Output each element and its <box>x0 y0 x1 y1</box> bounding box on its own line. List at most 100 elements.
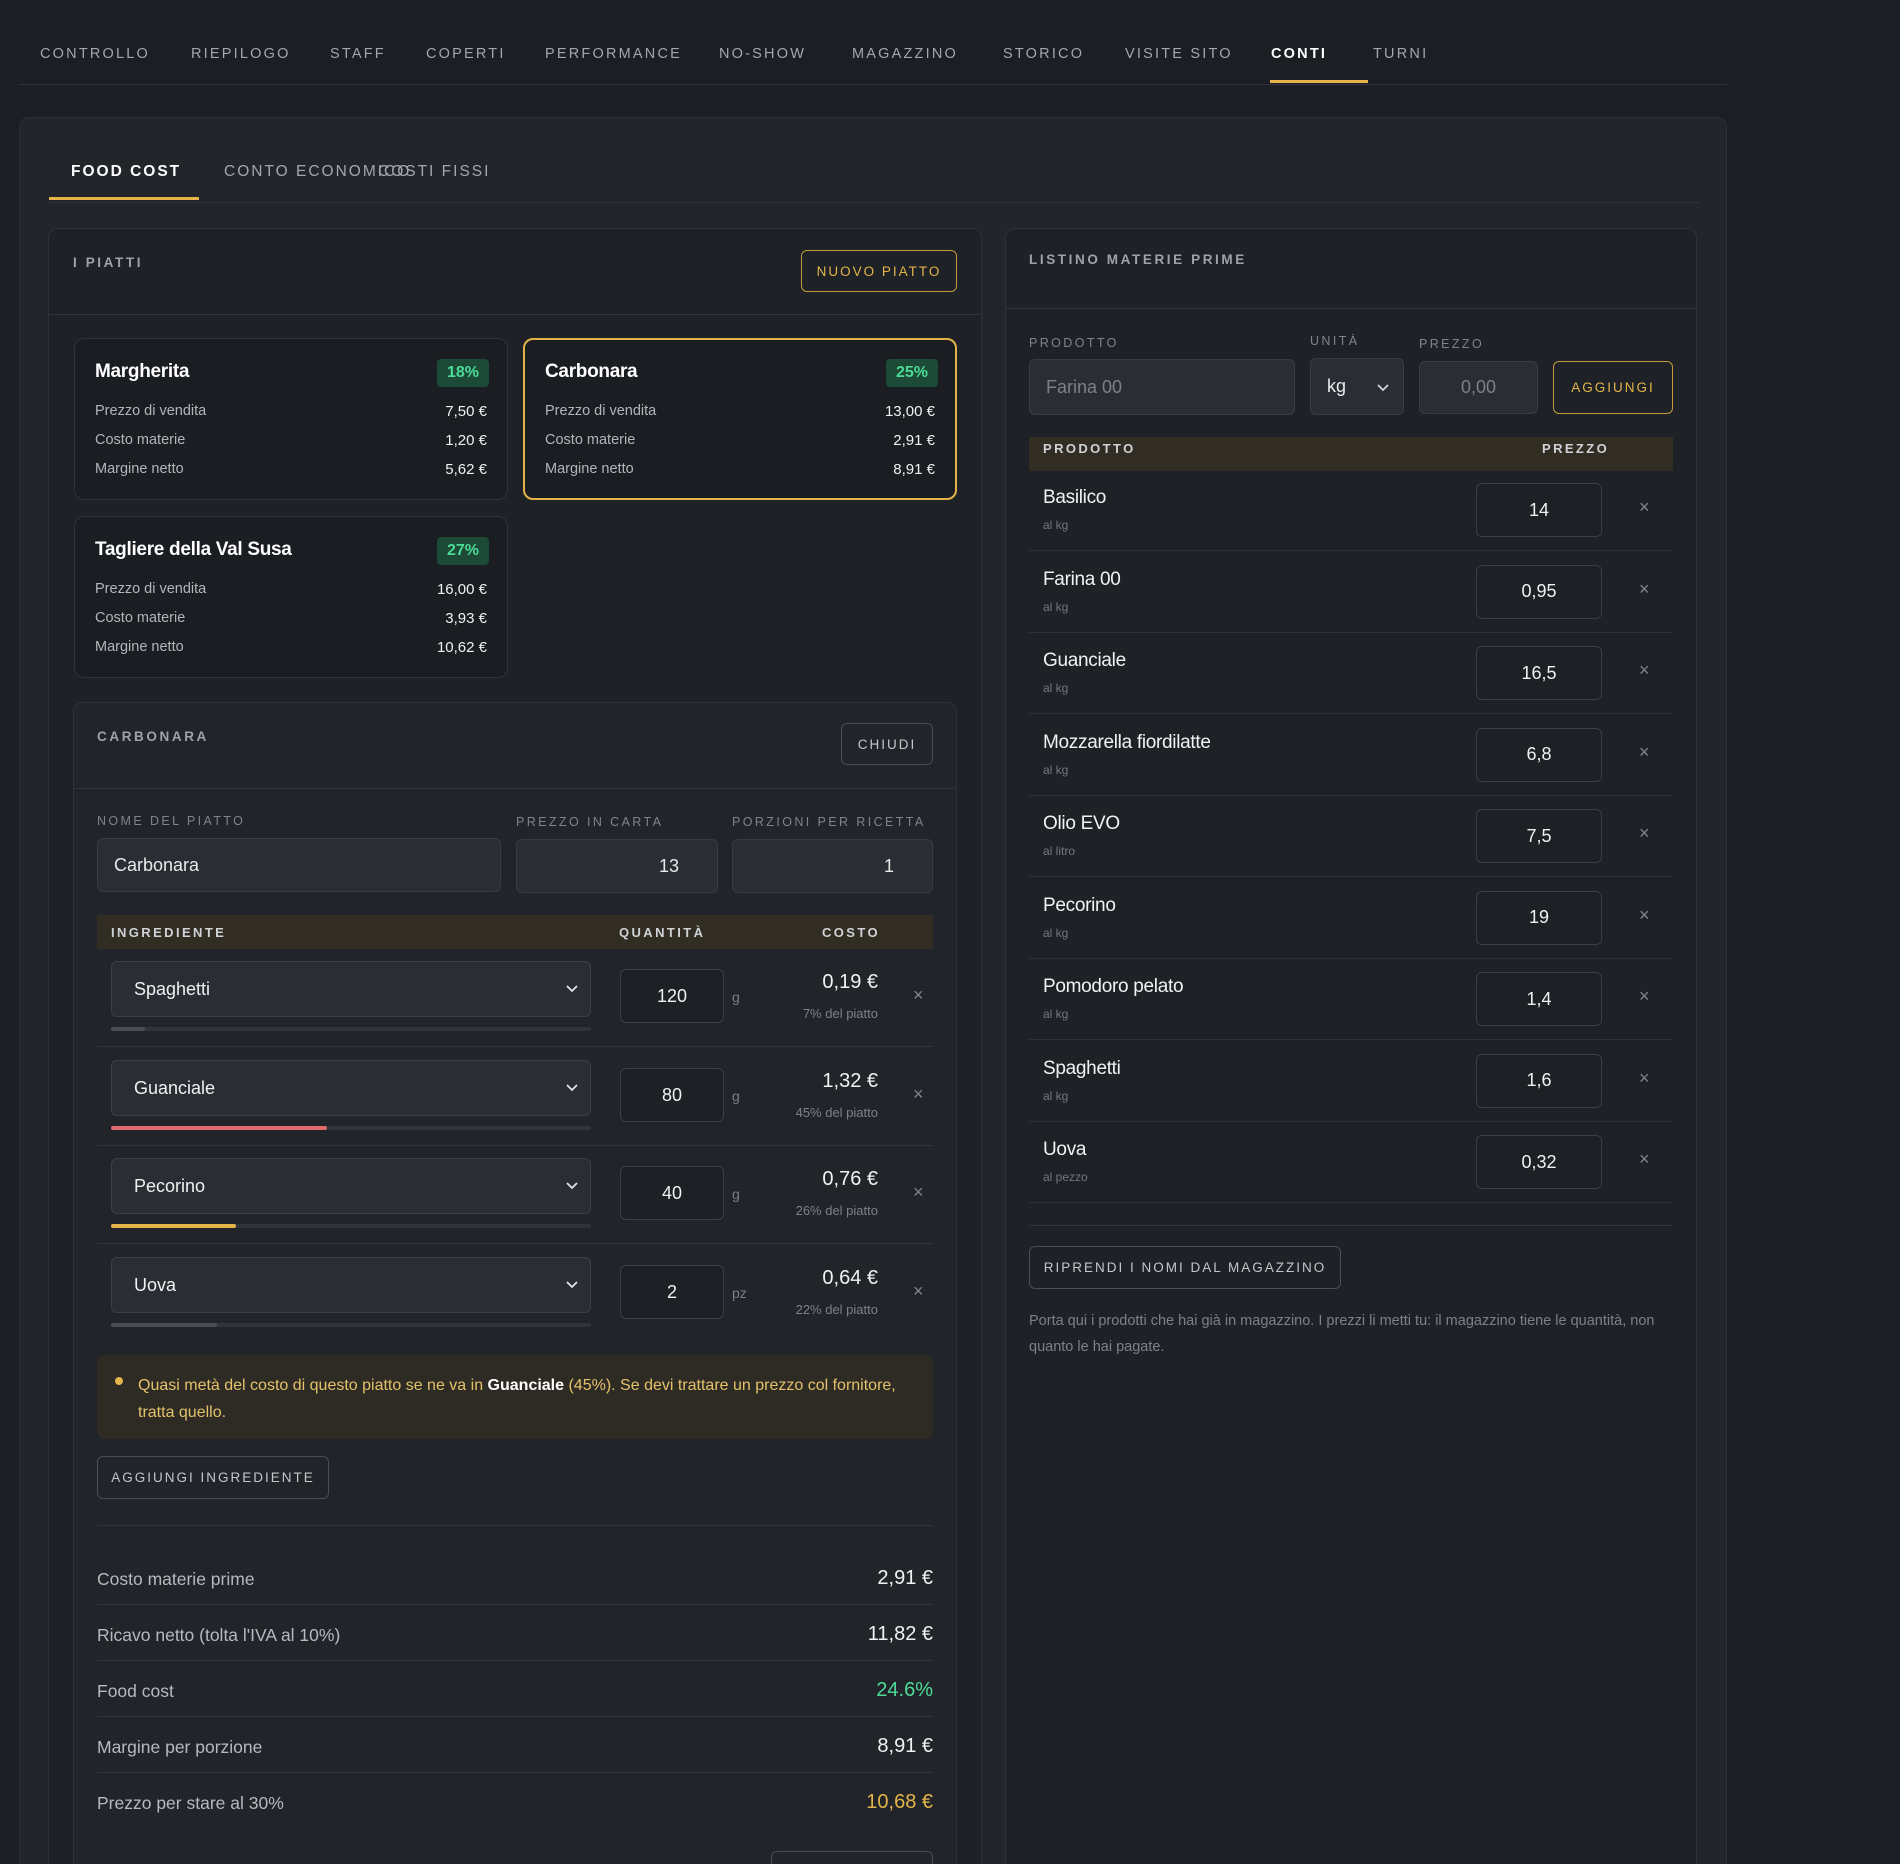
ingredient-select[interactable]: Uova <box>111 1257 591 1313</box>
product-price-input[interactable]: 1,4 <box>1476 972 1602 1026</box>
product-row: Guanciale al kg 16,5 × <box>1029 632 1673 714</box>
dish-row: Prezzo di vendita 16,00 € <box>95 581 487 601</box>
product-price-input[interactable]: 6,8 <box>1476 727 1602 782</box>
ingredients-header: INGREDIENTE QUANTITÀ COSTO <box>97 915 933 949</box>
summary-row: Prezzo per stare al 30% 10,68 € <box>97 1773 933 1829</box>
remove-product-icon[interactable]: × <box>1639 986 1650 1007</box>
quantity-input[interactable]: 120 <box>620 969 724 1023</box>
product-row: Basilico al kg 14 × <box>1029 469 1673 551</box>
cost-share-bar <box>111 1126 591 1130</box>
save-button-partial[interactable] <box>771 1851 933 1864</box>
product-price-input[interactable]: 0,32 <box>1476 1135 1602 1189</box>
dish-card-tagliere[interactable]: Tagliere della Val Susa 27% Prezzo di ve… <box>74 516 508 678</box>
row-label: Margine netto <box>95 461 184 477</box>
dish-card-carbonara[interactable]: Carbonara 25% Prezzo di vendita 13,00 € C… <box>523 338 957 500</box>
product-name: Farina 00 <box>1043 568 1121 590</box>
product-input[interactable]: Farina 00 <box>1029 359 1295 415</box>
cost-share-fill <box>111 1224 236 1228</box>
summary-row: Food cost 24.6% <box>97 1661 933 1717</box>
food-cost-badge: 25% <box>885 359 938 387</box>
ingredient-select[interactable]: Pecorino <box>111 1158 591 1214</box>
product-price-input[interactable]: 0,95 <box>1476 564 1602 619</box>
summary-value: 24.6% <box>876 1679 933 1701</box>
nav-staff[interactable]: STAFF <box>330 46 386 62</box>
product-price-input[interactable]: 1,6 <box>1476 1053 1602 1108</box>
divider <box>74 788 956 789</box>
product-price-input[interactable]: 7,5 <box>1476 809 1602 863</box>
portions-input[interactable]: 1 <box>732 839 933 893</box>
product-price-input[interactable]: 14 <box>1476 483 1602 537</box>
product-row: Spaghetti al kg 1,6 × <box>1029 1040 1673 1122</box>
row-value: 7,50 € <box>445 403 487 420</box>
row-label: Costo materie <box>95 432 186 448</box>
nav-magazzino[interactable]: MAGAZZINO <box>852 46 958 62</box>
quantity-input[interactable]: 40 <box>620 1166 724 1220</box>
dish-card-margherita[interactable]: Margherita 18% Prezzo di vendita 7,50 € C… <box>74 338 508 500</box>
nav-controllo[interactable]: CONTROLLO <box>40 46 150 62</box>
ingredient-select[interactable]: Guanciale <box>111 1060 591 1116</box>
row-value: 16,00 € <box>436 581 487 598</box>
row-divider <box>97 1243 933 1244</box>
remove-ingredient-icon[interactable]: × <box>913 1281 924 1302</box>
product-unit: al pezzo <box>1043 1170 1088 1184</box>
remove-product-icon[interactable]: × <box>1639 905 1650 926</box>
remove-product-icon[interactable]: × <box>1639 1149 1650 1170</box>
dish-row: Prezzo di vendita 13,00 € <box>545 403 935 423</box>
header-price: PREZZO <box>1542 441 1610 456</box>
quantity-input[interactable]: 80 <box>620 1068 724 1122</box>
ingredient-select[interactable]: Spaghetti <box>111 961 591 1017</box>
nav-performance[interactable]: PERFORMANCE <box>545 46 682 62</box>
product-unit: al litro <box>1043 844 1076 858</box>
quantity-input[interactable]: 2 <box>620 1265 724 1319</box>
summary-value: 11,82 € <box>867 1623 933 1645</box>
remove-ingredient-icon[interactable]: × <box>913 1182 924 1203</box>
chevron-down-icon <box>566 1281 578 1289</box>
summary-value: 2,91 € <box>877 1567 933 1589</box>
tab-costi-fissi[interactable]: COSTI FISSI <box>378 163 490 181</box>
add-ingredient-button[interactable]: AGGIUNGI INGREDIENTE <box>97 1456 329 1499</box>
unit-select[interactable]: kg <box>1310 358 1404 415</box>
nav-no-show[interactable]: NO-SHOW <box>719 46 806 62</box>
nav-riepilogo[interactable]: RIEPILOGO <box>191 46 291 62</box>
product-price-input[interactable]: 16,5 <box>1476 646 1602 700</box>
ingredient-name: Uova <box>134 1274 177 1295</box>
nav-storico[interactable]: STORICO <box>1003 46 1084 62</box>
nav-visite-sito[interactable]: VISITE SITO <box>1125 46 1233 62</box>
price-label: PREZZO <box>1419 337 1485 351</box>
import-from-warehouse-button[interactable]: RIPRENDI I NOMI DAL MAGAZZINO <box>1029 1246 1341 1289</box>
product-unit: al kg <box>1043 681 1069 695</box>
close-button[interactable]: CHIUDI <box>841 723 933 765</box>
ingredient-name: Spaghetti <box>134 978 211 999</box>
tab-active-indicator <box>49 197 199 200</box>
row-value: 1,20 € <box>445 432 487 449</box>
price-input[interactable]: 13 <box>516 839 718 893</box>
nav-conti[interactable]: CONTI <box>1271 46 1327 62</box>
tab-food-cost[interactable]: FOOD COST <box>71 163 181 181</box>
divider <box>97 1525 933 1526</box>
dish-name-input[interactable]: Carbonara <box>97 838 501 892</box>
remove-ingredient-icon[interactable]: × <box>913 1084 924 1105</box>
product-unit: al kg <box>1043 1007 1069 1021</box>
row-value: 8,91 € <box>893 461 935 478</box>
price-input[interactable]: 0,00 <box>1419 361 1538 414</box>
row-label: Prezzo di vendita <box>95 581 207 597</box>
remove-ingredient-icon[interactable]: × <box>913 985 924 1006</box>
product-unit: al kg <box>1043 925 1069 940</box>
remove-product-icon[interactable]: × <box>1639 742 1650 763</box>
add-product-button[interactable]: AGGIUNGI <box>1553 361 1673 414</box>
product-name: Guanciale <box>1043 650 1126 671</box>
remove-product-icon[interactable]: × <box>1639 579 1650 600</box>
remove-product-icon[interactable]: × <box>1639 660 1650 681</box>
remove-product-icon[interactable]: × <box>1639 497 1650 518</box>
editor-title: CARBONARA <box>97 729 209 744</box>
product-name: Spaghetti <box>1043 1057 1121 1079</box>
new-dish-button[interactable]: NUOVO PIATTO <box>801 250 957 292</box>
product-price-input[interactable]: 19 <box>1476 890 1602 945</box>
nav-coperti[interactable]: COPERTI <box>426 46 506 62</box>
dish-row: Costo materie 1,20 € <box>95 432 487 452</box>
nav-turni[interactable]: TURNI <box>1373 46 1428 62</box>
remove-product-icon[interactable]: × <box>1639 823 1650 844</box>
remove-product-icon[interactable]: × <box>1639 1068 1650 1089</box>
row-label: Prezzo di vendita <box>545 403 657 419</box>
sub-navigation: FOOD COST CONTO ECONOMICO COSTI FISSI <box>49 118 1699 203</box>
